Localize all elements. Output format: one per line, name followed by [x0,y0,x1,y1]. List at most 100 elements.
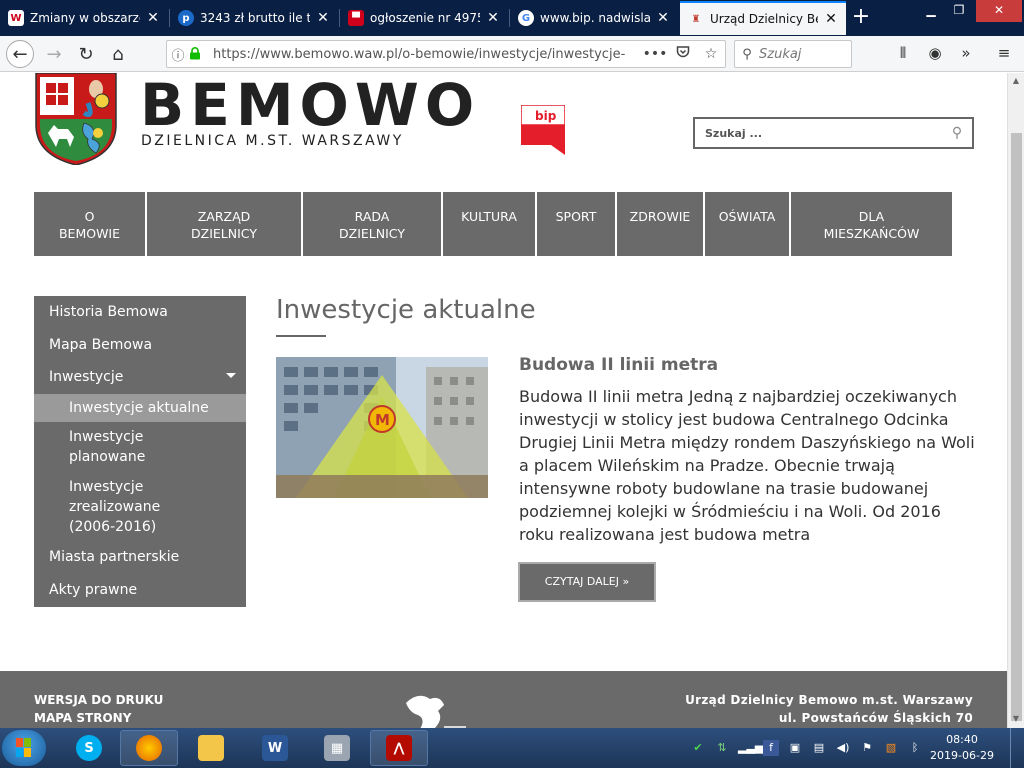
close-tab-icon[interactable]: ✕ [486,10,500,26]
sidebar-item-historia-bemowa[interactable]: Historia Bemowa [49,304,168,320]
bemowo-crest-logo[interactable] [34,73,118,166]
tab-ogloszenie[interactable]: ▀ ogłoszenie nr 49750- ✕ [340,1,508,35]
menu-item-o-bemowie[interactable]: O BEMOWIE [34,192,145,256]
tab-zmiany[interactable]: W Zmiany w obszarze u ✕ [0,1,168,35]
menu-label: DZIELNICY [191,226,257,241]
library-icon[interactable]: ⫴ [892,44,914,66]
show-desktop-button[interactable] [1010,728,1024,768]
menu-item-sport[interactable]: SPORT [537,192,615,256]
clipboard-tray-icon[interactable]: ▤ [811,740,827,756]
site-brand-title[interactable]: BEMOWO [140,75,480,135]
bip-logo[interactable]: bip [520,104,566,155]
menu-label: RADA [354,209,390,224]
footer-office-address: ul. Powstańców Śląskich 70 [778,711,973,725]
security-tray-icon[interactable]: ✔ [690,740,706,756]
clock-time: 08:40 [946,733,978,746]
reload-button[interactable]: ↻ [72,40,100,68]
print-version-link[interactable]: WERSJA DO DRUKU [34,693,163,707]
page-scrollbar[interactable]: ▲ ▼ [1007,73,1024,728]
tab-favicon: p [178,10,194,26]
calculator-taskbar-icon[interactable]: ▦ [308,730,366,766]
firefox-taskbar-icon[interactable] [120,730,178,766]
close-tab-icon[interactable]: ✕ [656,10,670,26]
close-window-icon[interactable]: ✕ [976,0,1022,22]
flag-notification-icon[interactable]: ⚑ [859,740,875,756]
acrobat-taskbar-icon[interactable]: ⋀ [370,730,428,766]
tab-bip-nadwislan[interactable]: G www.bip. nadwislan ✕ [510,1,678,35]
article-thumbnail[interactable]: M [276,357,488,498]
restore-window-icon[interactable]: ❐ [946,0,972,22]
scroll-up-arrow-icon[interactable]: ▲ [1008,73,1024,89]
close-tab-icon[interactable]: ✕ [146,10,160,26]
back-button[interactable]: ← [6,40,34,68]
url-bar[interactable]: ⓘ https://www.bemowo.waw.pl/o-bemowie/in… [166,40,726,68]
browser-toolbar: ← → ↻ ⌂ ⓘ https://www.bemowo.waw.pl/o-be… [0,36,1024,72]
menu-label: O [84,209,95,224]
extension-icon[interactable]: ◉ [924,44,946,66]
sidebar-subitem-inwestycje-planowane[interactable]: Inwestycje planowane [69,427,145,467]
sidebar-item-miasta-partnerskie[interactable]: Miasta partnerskie [49,549,179,565]
menu-item-zdrowie[interactable]: ZDROWIE [617,192,703,256]
sidebar-subitem-inwestycje-zrealizowane[interactable]: Inwestycje zrealizowane (2006-2016) [69,477,160,537]
menu-item-rada-dzielnicy[interactable]: RADA DZIELNICY [303,192,441,256]
overflow-menu-icon[interactable]: » [955,44,977,66]
chevron-down-icon[interactable] [226,373,236,378]
tab-title: Zmiany w obszarze u [30,11,140,25]
menu-item-zarzad-dzielnicy[interactable]: ZARZĄD DZIELNICY [147,192,301,256]
network-status-tray-icon[interactable]: ⇅ [714,740,730,756]
system-clock[interactable]: 08:40 2019-06-29 [930,732,994,764]
file-explorer-taskbar-icon[interactable] [182,730,240,766]
read-more-button[interactable]: CZYTAJ DALEJ » [518,562,656,602]
sidebar-subitem-inwestycje-aktualne[interactable]: Inwestycje aktualne [69,398,209,418]
word-taskbar-icon[interactable]: W [246,730,304,766]
home-button[interactable]: ⌂ [104,40,132,68]
tab-favicon: ♜ [691,13,701,25]
windows-start-button[interactable] [2,730,46,766]
menu-item-kultura[interactable]: KULTURA [443,192,535,256]
display-tray-icon[interactable]: ▣ [787,740,803,756]
sidebar-nav: Historia Bemowa Mapa Bemowa Inwestycje I… [34,296,246,607]
sidebar-subitem-label: zrealizowane [69,499,161,515]
tab-title: www.bip. nadwislan [540,11,650,25]
browser-search-field[interactable]: ⚲ Szukaj [734,40,852,68]
minimize-window-icon[interactable]: ▁ [918,0,944,22]
bluetooth-icon[interactable]: ᛒ [907,740,923,756]
skype-taskbar-icon[interactable]: S [60,730,118,766]
menu-label: OŚWIATA [718,209,776,224]
menu-item-dla-mieszkancow[interactable]: DLA MIESZKAŃCÓW [791,192,952,256]
facebook-tray-icon[interactable]: f [763,740,779,756]
hamburger-menu-icon[interactable]: ≡ [993,44,1015,66]
app-tray-icon[interactable]: ▧ [883,740,899,756]
close-tab-icon[interactable]: ✕ [824,11,838,27]
scrollbar-thumb[interactable] [1011,133,1022,721]
url-text[interactable]: https://www.bemowo.waw.pl/o-bemowie/inwe… [213,47,641,62]
tab-title: ogłoszenie nr 49750- [370,11,480,25]
site-search-placeholder: Szukaj ... [705,126,763,140]
menu-label: KULTURA [461,209,517,224]
sitemap-link[interactable]: MAPA STRONY [34,711,131,725]
sidebar-item-mapa-bemowa[interactable]: Mapa Bemowa [49,337,152,353]
sidebar-item-inwestycje[interactable]: Inwestycje [49,369,123,385]
search-icon: ⚲ [742,46,752,62]
sidebar-subitem-label: planowane [69,449,146,465]
pocket-icon[interactable] [669,45,697,63]
site-search-input[interactable]: Szukaj ... ⚲ [693,117,974,149]
close-tab-icon[interactable]: ✕ [316,10,330,26]
sidebar-item-akty-prawne[interactable]: Akty prawne [49,582,137,598]
menu-label: DZIELNICY [339,226,405,241]
forward-button[interactable]: → [40,40,68,68]
search-icon[interactable]: ⚲ [942,125,972,141]
menu-item-oswiata[interactable]: OŚWIATA [705,192,789,256]
sidebar-subitem-label: Inwestycje [69,429,144,445]
page-actions-icon[interactable]: ••• [641,46,669,62]
bookmark-star-icon[interactable]: ☆ [697,46,725,62]
bip-logo-text: bip [535,109,557,123]
tab-urzad-dzielnicy-bemowo[interactable]: ♜ Urząd Dzielnicy Bemo ✕ [680,1,846,35]
tab-brutto[interactable]: p 3243 zł brutto ile to n ✕ [170,1,338,35]
volume-icon[interactable]: ◀) [835,740,851,756]
scroll-down-arrow-icon[interactable]: ▼ [1008,711,1024,727]
new-tab-button[interactable]: + [848,5,874,31]
article-title-link[interactable]: Budowa II linii metra [519,355,718,375]
signal-strength-icon[interactable]: ▂▃▅ [738,740,763,756]
site-info-icon[interactable]: ⓘ [167,45,189,64]
